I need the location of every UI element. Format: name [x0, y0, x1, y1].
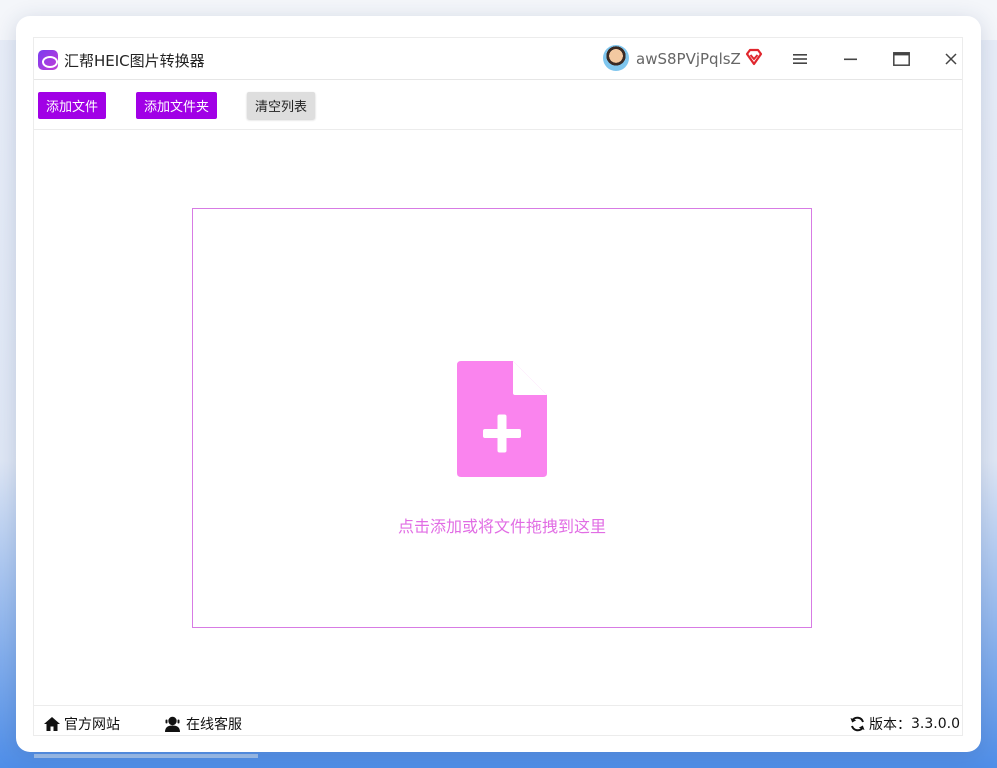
app-title: 汇帮HEIC图片转换器 — [64, 52, 205, 70]
refresh-icon — [850, 716, 865, 732]
file-drop-zone[interactable]: 点击添加或将文件拖拽到这里 — [192, 208, 812, 628]
version-info[interactable]: 版本： 3.3.0.0 — [849, 714, 960, 734]
app-logo-icon — [38, 50, 58, 70]
vip-diamond-icon[interactable] — [744, 47, 764, 67]
home-icon — [44, 717, 60, 731]
online-support-link[interactable]: 在线客服 — [164, 714, 242, 734]
app-window: 汇帮HEIC图片转换器 awS8PVjPqlsZ 添加文件 添加文件夹 清空列表… — [16, 16, 981, 752]
menu-button[interactable] — [784, 44, 816, 74]
app-content: 汇帮HEIC图片转换器 awS8PVjPqlsZ 添加文件 添加文件夹 清空列表… — [33, 37, 963, 736]
version-value: 3.3.0.0 — [911, 716, 960, 732]
maximize-icon — [892, 52, 910, 66]
status-bar: 官方网站 在线客服 版本： 3.3.0.0 — [34, 705, 962, 737]
official-website-link[interactable]: 官方网站 — [43, 714, 120, 734]
minimize-icon — [844, 58, 857, 61]
close-icon — [945, 53, 957, 65]
minimize-button[interactable] — [835, 44, 867, 74]
website-label: 官方网站 — [64, 717, 120, 733]
taskbar-indicator — [34, 754, 258, 758]
maximize-button[interactable] — [885, 44, 917, 74]
close-button[interactable] — [935, 44, 967, 74]
add-folder-button[interactable]: 添加文件夹 — [136, 92, 217, 119]
file-add-icon — [457, 361, 547, 477]
title-bar[interactable]: 汇帮HEIC图片转换器 awS8PVjPqlsZ — [34, 38, 962, 80]
clear-list-button[interactable]: 清空列表 — [247, 92, 315, 119]
drop-hint-text: 点击添加或将文件拖拽到这里 — [397, 517, 606, 536]
toolbar: 添加文件 添加文件夹 清空列表 — [34, 80, 962, 130]
support-label: 在线客服 — [186, 717, 242, 733]
hamburger-menu-icon — [793, 54, 807, 64]
username[interactable]: awS8PVjPqlsZ — [636, 50, 741, 68]
version-label: 版本： — [869, 717, 911, 733]
customer-service-icon — [165, 716, 180, 732]
user-avatar[interactable] — [603, 45, 629, 71]
add-file-button[interactable]: 添加文件 — [38, 92, 106, 119]
